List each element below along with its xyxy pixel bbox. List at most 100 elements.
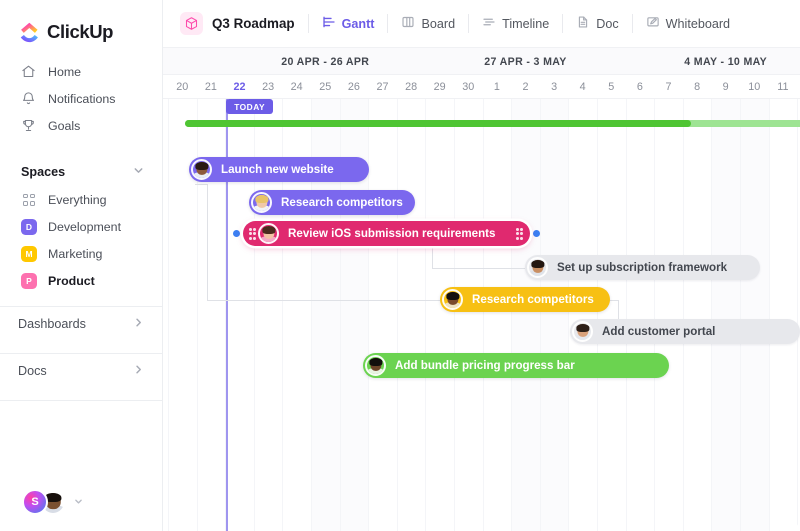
day-cell[interactable]: 29 bbox=[425, 75, 454, 99]
cube-icon bbox=[180, 12, 203, 35]
day-cell[interactable]: 30 bbox=[454, 75, 483, 99]
gridline bbox=[654, 99, 656, 531]
day-cell[interactable]: 1 bbox=[483, 75, 512, 99]
gantt-task-bar[interactable]: Add bundle pricing progress bar bbox=[363, 353, 669, 378]
day-cell[interactable]: 8 bbox=[683, 75, 712, 99]
sidebar-item-label: Docs bbox=[18, 364, 47, 378]
day-cell[interactable]: 26 bbox=[340, 75, 369, 99]
assignee-avatar[interactable] bbox=[365, 355, 386, 376]
tab-board[interactable]: Board bbox=[388, 0, 468, 48]
clickup-logo-icon bbox=[19, 22, 40, 43]
chevron-down-icon[interactable] bbox=[133, 165, 144, 179]
gantt-chart: 20 APR - 26 APR 27 APR - 3 MAY 4 MAY - 10 … bbox=[163, 48, 800, 531]
sidebar-item-development[interactable]: D Development bbox=[0, 213, 162, 240]
day-cell[interactable]: 9 bbox=[711, 75, 740, 99]
assignee-avatar[interactable] bbox=[442, 289, 463, 310]
day-cell-today[interactable]: 22 bbox=[225, 75, 254, 99]
weekend-column bbox=[539, 99, 569, 531]
today-marker[interactable]: TODAY bbox=[226, 99, 274, 114]
week-label: 4 MAY - 10 MAY bbox=[684, 55, 768, 68]
grid-dots-icon bbox=[21, 192, 37, 208]
day-cell[interactable]: 24 bbox=[282, 75, 311, 99]
sidebar-item-notifications[interactable]: Notifications bbox=[0, 85, 162, 112]
gridline bbox=[568, 99, 570, 531]
day-cell[interactable]: 3 bbox=[540, 75, 569, 99]
assignee-avatar[interactable] bbox=[258, 223, 279, 244]
day-cell[interactable]: 5 bbox=[597, 75, 626, 99]
workspace-avatar[interactable]: S bbox=[22, 489, 48, 515]
dependency-connector bbox=[195, 183, 207, 185]
day-cell[interactable]: 27 bbox=[368, 75, 397, 99]
gridline bbox=[425, 99, 427, 531]
gantt-task-bar[interactable]: Set up subscription framework bbox=[525, 255, 760, 280]
gantt-icon bbox=[322, 15, 336, 32]
resize-handle-left[interactable] bbox=[249, 227, 256, 240]
gridline bbox=[682, 99, 684, 531]
brand-logo[interactable]: ClickUp bbox=[0, 0, 162, 46]
chevron-down-icon[interactable] bbox=[74, 497, 83, 508]
sidebar-item-label: Dashboards bbox=[18, 317, 86, 331]
board-icon bbox=[401, 15, 415, 32]
day-cell[interactable]: 21 bbox=[197, 75, 226, 99]
dependency-dot-start[interactable] bbox=[233, 230, 240, 237]
sidebar-item-everything[interactable]: Everything bbox=[0, 186, 162, 213]
sidebar-item-home[interactable]: Home bbox=[0, 58, 162, 85]
primary-nav: Home Notifications Goals bbox=[0, 58, 162, 139]
day-cell[interactable]: 2 bbox=[511, 75, 540, 99]
tab-label: Gantt bbox=[341, 16, 375, 31]
gantt-task-bar[interactable]: Review iOS submission requirements bbox=[243, 221, 530, 246]
tab-timeline[interactable]: Timeline bbox=[469, 0, 562, 48]
gridline bbox=[625, 99, 627, 531]
gantt-task-bar[interactable]: Research competitors bbox=[249, 190, 415, 215]
space-avatar-marketing: M bbox=[21, 245, 37, 262]
space-avatar-product: P bbox=[21, 272, 37, 289]
sidebar-item-marketing[interactable]: M Marketing bbox=[0, 240, 162, 267]
day-cell[interactable]: 23 bbox=[254, 75, 283, 99]
task-name: Set up subscription framework bbox=[557, 261, 728, 274]
gridline bbox=[539, 99, 541, 531]
chevron-right-icon bbox=[133, 364, 144, 378]
tab-whiteboard[interactable]: Whiteboard bbox=[633, 0, 743, 48]
tab-gantt[interactable]: Gantt bbox=[309, 0, 388, 48]
doc-icon bbox=[576, 15, 590, 32]
brand-name: ClickUp bbox=[47, 21, 114, 42]
sidebar-item-dashboards[interactable]: Dashboards bbox=[0, 307, 162, 341]
dependency-dot-end[interactable] bbox=[533, 230, 540, 237]
sidebar-item-goals[interactable]: Goals bbox=[0, 112, 162, 139]
gantt-task-bar[interactable]: Research competitors bbox=[440, 287, 610, 312]
gridline bbox=[396, 99, 398, 531]
assignee-avatar[interactable] bbox=[191, 159, 212, 180]
tab-doc[interactable]: Doc bbox=[563, 0, 631, 48]
day-cell[interactable]: 6 bbox=[626, 75, 655, 99]
sidebar-item-label: Home bbox=[48, 64, 82, 79]
dependency-connector bbox=[207, 299, 440, 301]
day-cell[interactable]: 28 bbox=[397, 75, 426, 99]
timeline-icon bbox=[482, 15, 496, 32]
assignee-avatar[interactable] bbox=[572, 321, 593, 342]
resize-handle-right[interactable] bbox=[516, 227, 523, 240]
day-cell[interactable]: 4 bbox=[568, 75, 597, 99]
dependency-connector bbox=[432, 246, 433, 268]
dependency-connector bbox=[432, 267, 525, 269]
day-cell[interactable]: 11 bbox=[769, 75, 798, 99]
gantt-task-bar[interactable]: Add customer portal bbox=[570, 319, 800, 344]
sidebar-item-docs[interactable]: Docs bbox=[0, 354, 162, 388]
dependency-connector bbox=[207, 183, 208, 300]
sidebar-item-label: Goals bbox=[48, 118, 81, 133]
day-cell[interactable]: 10 bbox=[740, 75, 769, 99]
task-name: Launch new website bbox=[221, 163, 334, 176]
day-cell[interactable]: 7 bbox=[654, 75, 683, 99]
week-label: 27 APR - 3 MAY bbox=[484, 55, 567, 68]
assignee-avatar[interactable] bbox=[251, 192, 272, 213]
sidebar-item-product[interactable]: P Product bbox=[0, 267, 162, 294]
space-label: Product bbox=[48, 273, 95, 288]
spaces-label: Spaces bbox=[21, 165, 66, 179]
weekend-column bbox=[740, 99, 769, 531]
day-cell[interactable]: 20 bbox=[168, 75, 197, 99]
day-cell[interactable]: 25 bbox=[311, 75, 340, 99]
gantt-task-bar[interactable]: Launch new website bbox=[189, 157, 369, 182]
assignee-avatar[interactable] bbox=[527, 257, 548, 278]
trophy-icon bbox=[21, 118, 36, 133]
user-account-row[interactable]: S bbox=[22, 489, 83, 515]
spaces-section-header[interactable]: Spaces bbox=[0, 158, 162, 186]
